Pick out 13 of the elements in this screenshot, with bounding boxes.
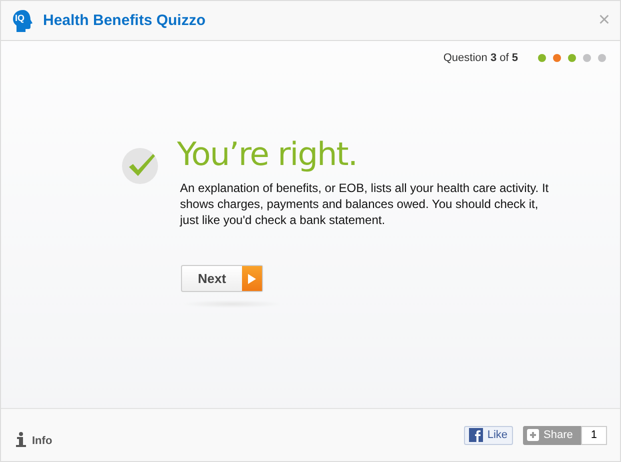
result-heading: You’re right. [177, 134, 358, 174]
share-count: 1 [580, 426, 607, 444]
head-logo-icon: IQ [11, 8, 35, 32]
facebook-icon [469, 428, 484, 442]
next-button[interactable]: Next [181, 265, 263, 292]
plus-icon [526, 429, 539, 441]
info-link[interactable]: Info [15, 432, 52, 446]
play-arrow-icon [248, 274, 256, 284]
like-button[interactable]: Like [464, 426, 513, 444]
app-title: Health Benefits Quizzo [43, 12, 207, 29]
info-icon [15, 432, 27, 446]
question-counter: Question 3 of 5 [443, 52, 518, 64]
explanation-text: An explanation of benefits, or EOB, lists all your health care activity. It shows charges, payments and balances owed. You should check it, just like you'd check a bank statement. [180, 180, 550, 228]
